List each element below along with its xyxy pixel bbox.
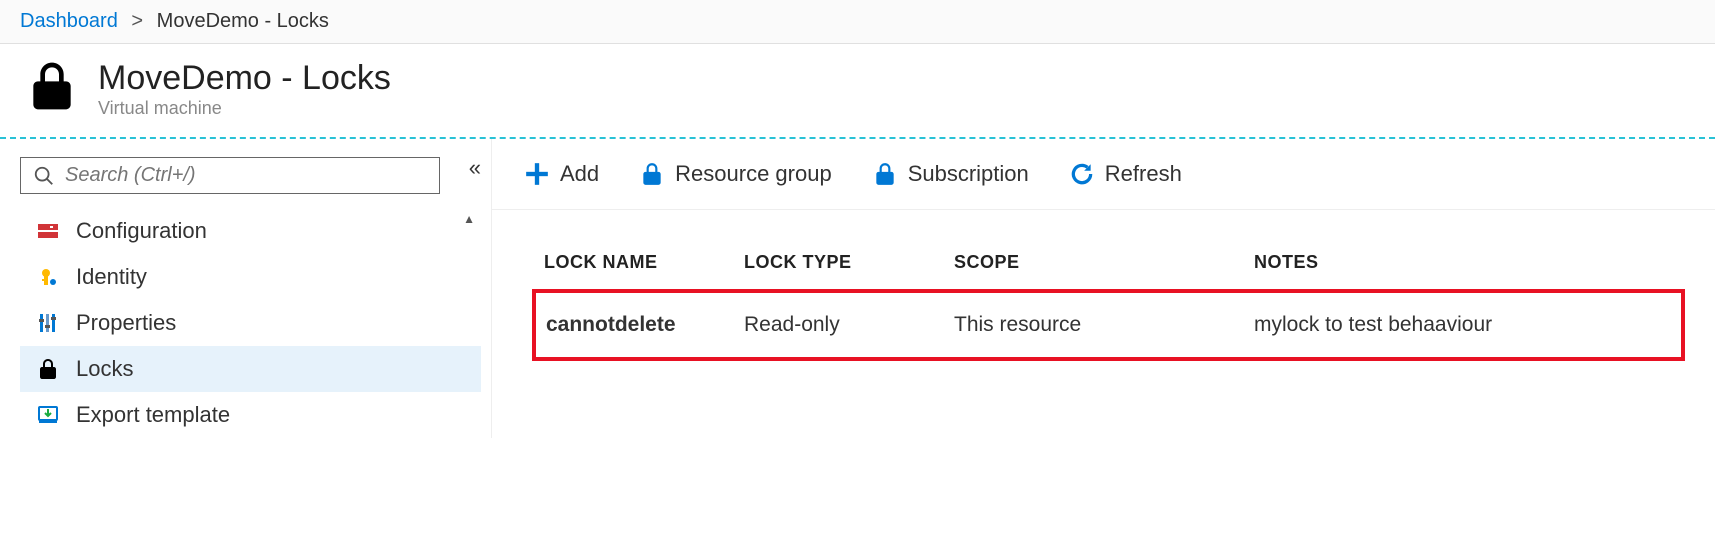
page-subtitle: Virtual machine [98,98,391,119]
sidebar-search[interactable] [20,157,440,194]
sidebar-item-export-template[interactable]: Export template [20,392,481,438]
sidebar: « ▲ Configuration [0,139,492,438]
sidebar-item-label: Locks [76,356,133,382]
export-template-icon [34,403,62,427]
breadcrumb-current: MoveDemo - Locks [157,10,329,32]
refresh-button[interactable]: Refresh [1069,161,1182,187]
toolbar-label: Subscription [908,161,1029,187]
toolbar: Add Resource group Subscription [492,139,1715,210]
search-input[interactable] [65,164,427,187]
toolbar-label: Refresh [1105,161,1182,187]
collapse-sidebar-button[interactable]: « [469,155,481,181]
locks-table: LOCK NAME LOCK TYPE SCOPE NOTES cannotde… [532,240,1685,361]
lock-icon [872,161,898,187]
table-row[interactable]: cannotdelete Read-only This resource myl… [534,291,1683,359]
toolbar-label: Add [560,161,599,187]
column-header-scope[interactable]: SCOPE [944,240,1244,291]
page-title: MoveDemo - Locks [98,59,391,98]
sidebar-item-label: Properties [76,310,176,336]
breadcrumb-separator: > [131,10,143,32]
sidebar-item-locks[interactable]: Locks [20,346,481,392]
scroll-up-indicator[interactable]: ▲ [463,212,475,226]
page-header: MoveDemo - Locks Virtual machine [0,44,1715,137]
highlighted-row: cannotdelete Read-only This resource myl… [534,291,1683,359]
breadcrumb-dashboard-link[interactable]: Dashboard [20,10,118,32]
cell-notes: mylock to test behaaviour [1244,291,1683,359]
lock-icon [24,58,80,119]
sidebar-item-configuration[interactable]: Configuration [20,208,481,254]
sidebar-item-label: Export template [76,402,230,428]
sidebar-item-label: Identity [76,264,147,290]
cell-lock-name: cannotdelete [534,291,734,359]
add-button[interactable]: Add [524,161,599,187]
refresh-icon [1069,161,1095,187]
breadcrumb: Dashboard > MoveDemo - Locks [0,0,1715,44]
sidebar-item-properties[interactable]: Properties [20,300,481,346]
search-icon [33,165,55,187]
resource-group-button[interactable]: Resource group [639,161,832,187]
lock-icon [639,161,665,187]
column-header-type[interactable]: LOCK TYPE [734,240,944,291]
configuration-icon [34,219,62,243]
subscription-button[interactable]: Subscription [872,161,1029,187]
identity-icon [34,265,62,289]
sidebar-item-label: Configuration [76,218,207,244]
toolbar-label: Resource group [675,161,832,187]
cell-lock-type: Read-only [734,291,944,359]
lock-icon [34,357,62,381]
plus-icon [524,161,550,187]
cell-scope: This resource [944,291,1244,359]
column-header-notes[interactable]: NOTES [1244,240,1683,291]
column-header-name[interactable]: LOCK NAME [534,240,734,291]
main-content: Add Resource group Subscription [492,139,1715,438]
sidebar-item-identity[interactable]: Identity [20,254,481,300]
properties-icon [34,311,62,335]
